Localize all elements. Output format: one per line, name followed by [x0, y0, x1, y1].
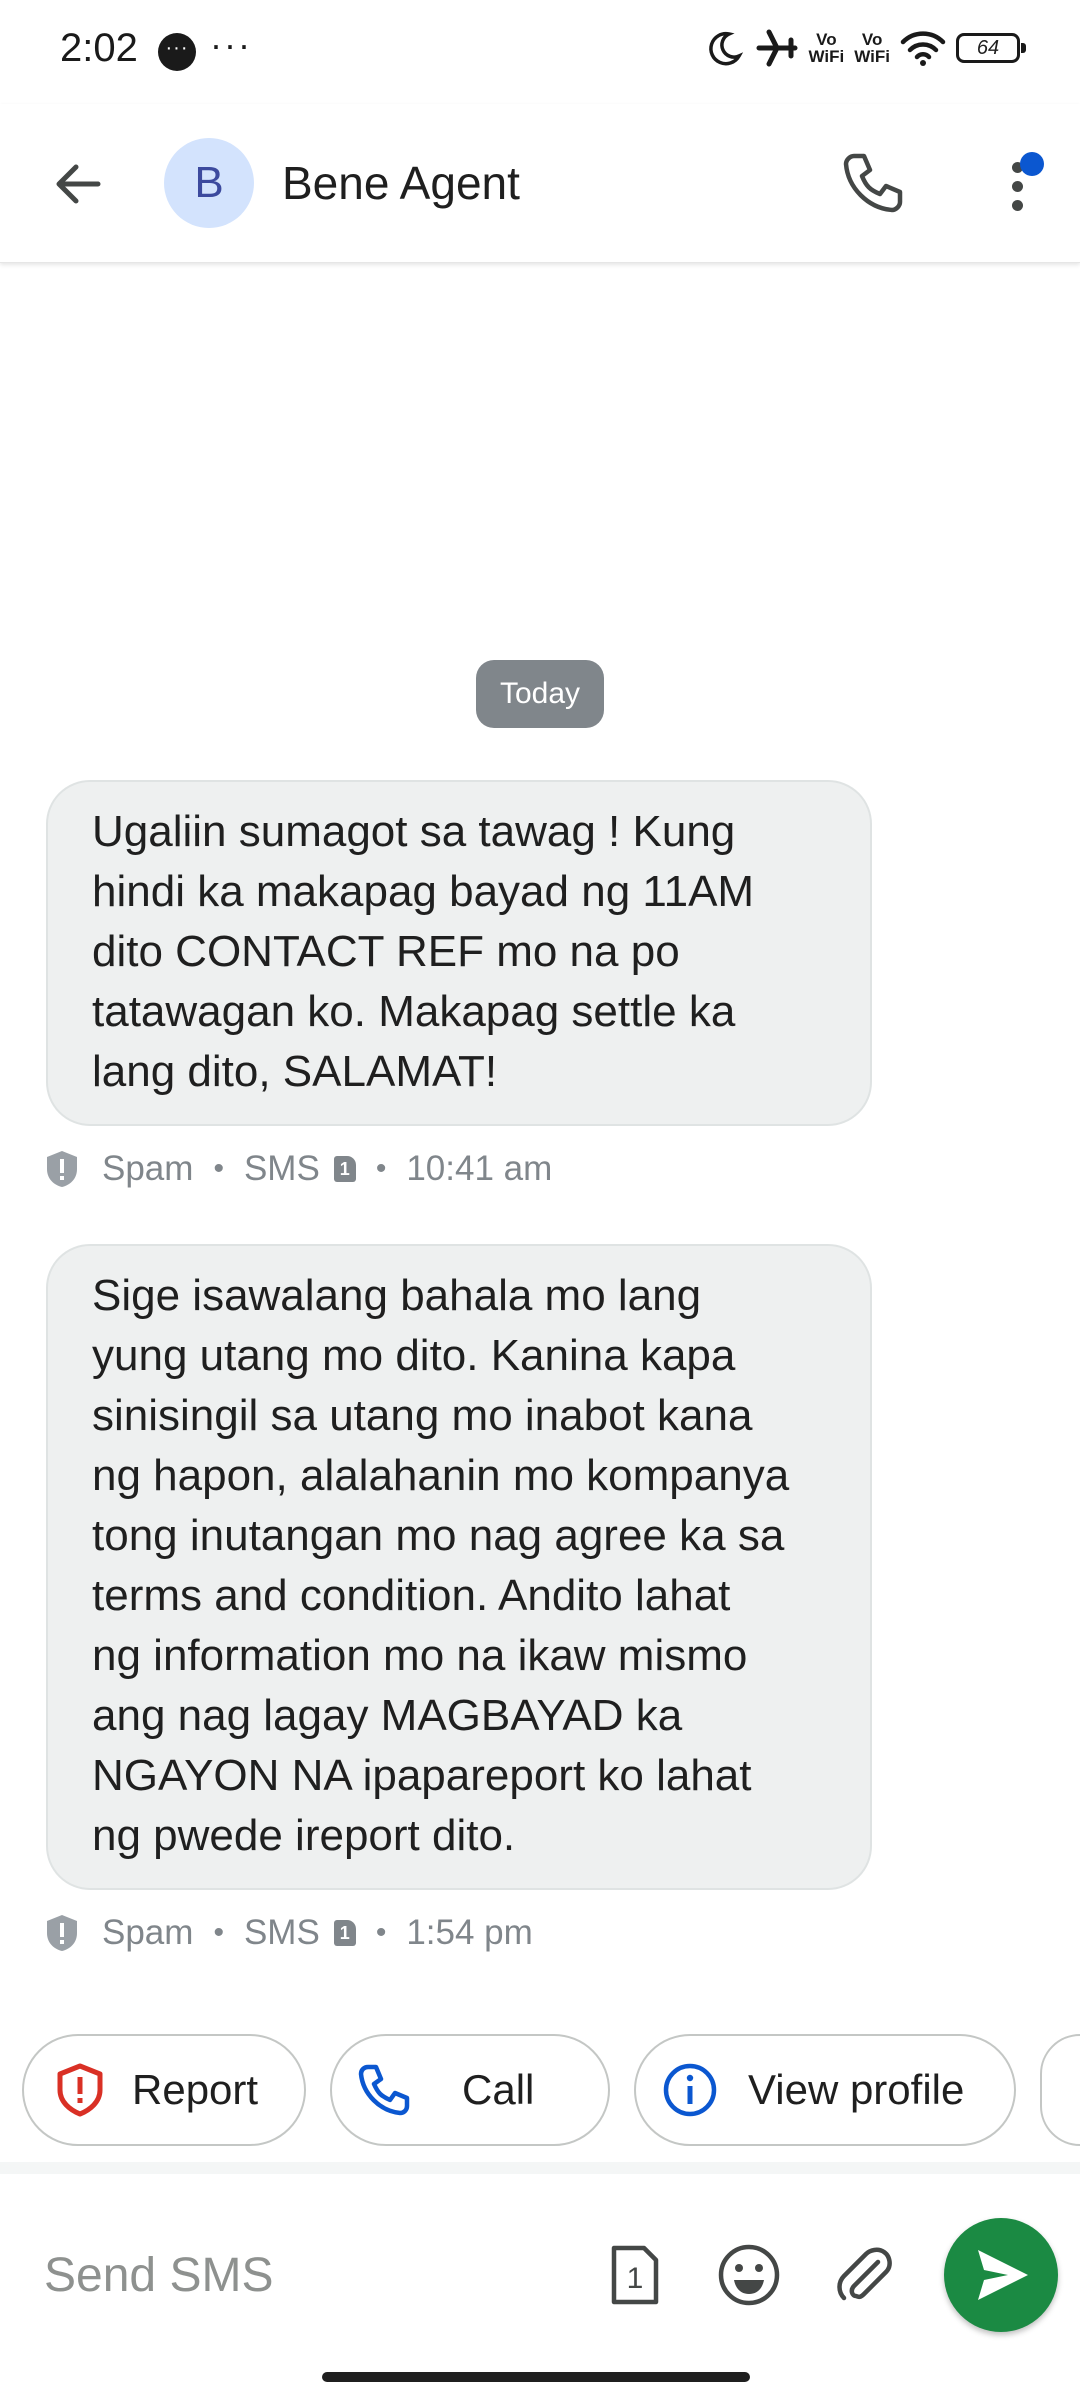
message-time: 1:54 pm: [406, 1913, 533, 1952]
call-phone-icon: [358, 2064, 410, 2116]
send-button[interactable]: [944, 2218, 1058, 2332]
conversation-header: B Bene Agent: [0, 104, 1080, 263]
message-bubble[interactable]: Sige isawalang bahala mo lang yung utang…: [46, 1244, 872, 1890]
more-dot: [1012, 200, 1023, 211]
airplane-icon: [756, 29, 798, 67]
view-profile-chip[interactable]: View profile: [634, 2034, 1016, 2146]
report-chip-label: Report: [132, 2066, 259, 2113]
home-indicator[interactable]: [322, 2372, 750, 2382]
spam-shield-icon: [47, 1915, 77, 1951]
date-divider: Today: [476, 660, 604, 728]
attachment-icon[interactable]: [830, 2240, 900, 2310]
sim-icon: 1: [333, 1920, 356, 1946]
message-time: 10:41 am: [406, 1149, 553, 1188]
spam-label: Spam: [102, 1913, 194, 1952]
send-icon: [978, 2250, 1028, 2300]
status-bar: 2:02 ··· ··· Vo WiFi Vo WiFi 64: [0, 0, 1080, 104]
emoji-icon[interactable]: [714, 2240, 784, 2310]
moon-icon: [708, 31, 743, 66]
message-meta: Spam • SMS 1 • 10:41 am: [44, 1144, 552, 1194]
report-chip[interactable]: Report: [22, 2034, 306, 2146]
notification-dot: [1020, 152, 1044, 176]
phone-icon[interactable]: [840, 150, 906, 216]
sim-select-icon[interactable]: 1: [600, 2240, 670, 2310]
view-profile-chip-label: View profile: [748, 2066, 965, 2113]
back-arrow-icon[interactable]: [48, 154, 108, 214]
sim-icon: 1: [333, 1156, 356, 1182]
vowifi-indicator-2: Vo WiFi: [854, 30, 890, 66]
info-icon: [663, 2063, 717, 2117]
sim-number: 1: [627, 2262, 644, 2295]
channel-label: SMS: [243, 1913, 320, 1952]
separator: •: [213, 1916, 224, 1949]
spam-shield-icon: [47, 1151, 77, 1187]
more-dot: [1012, 181, 1023, 192]
contact-name[interactable]: Bene Agent: [282, 156, 520, 210]
message-meta: Spam • SMS 1 • 1:54 pm: [44, 1908, 533, 1958]
more-chip-partial[interactable]: [1040, 2034, 1080, 2146]
separator: •: [375, 1916, 387, 1949]
chat-notification-icon: ···: [158, 33, 196, 71]
compose-divider: [0, 2162, 1080, 2174]
message-bubble[interactable]: Ugaliin sumagot sa tawag ! Kung hindi ka…: [46, 780, 872, 1126]
status-time: 2:02: [60, 26, 138, 70]
wifi-icon: [900, 31, 946, 66]
more-notifications-icon: ···: [210, 24, 252, 65]
call-chip-label: Call: [462, 2066, 535, 2113]
suggestion-chips: Report Call View profile: [0, 2034, 1080, 2150]
report-shield-icon: [57, 2063, 103, 2117]
compose-input[interactable]: Send SMS: [44, 2248, 273, 2303]
spam-label: Spam: [102, 1149, 194, 1188]
vowifi-indicator-1: Vo WiFi: [808, 30, 845, 66]
more-options-button[interactable]: [990, 150, 1050, 220]
separator: •: [213, 1152, 224, 1185]
channel-label: SMS: [243, 1149, 320, 1188]
avatar[interactable]: B: [164, 138, 254, 228]
separator: •: [375, 1152, 387, 1185]
call-chip[interactable]: Call: [330, 2034, 610, 2146]
battery-icon: 64: [956, 33, 1026, 63]
